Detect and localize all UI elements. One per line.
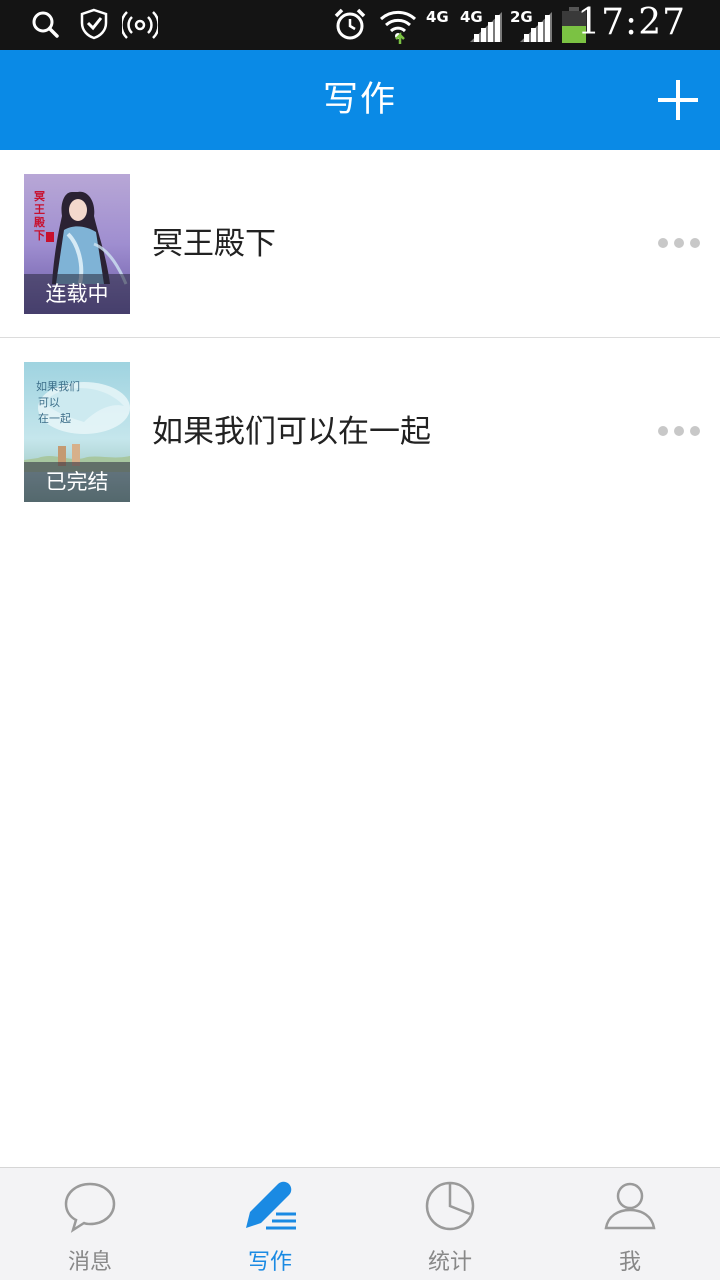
more-options-button[interactable] [658, 424, 700, 438]
tab-statistics[interactable]: 统计 [360, 1168, 540, 1280]
book-title: 冥王殿下 [152, 226, 276, 262]
cover-title-text: 可以 [38, 396, 60, 409]
dot [658, 426, 668, 436]
book-cover[interactable]: 如果我们 可以 在一起 已完结 [24, 362, 130, 502]
app-header: 写作 [0, 50, 720, 150]
add-button[interactable] [656, 78, 700, 122]
cover-title-text: 在一起 [38, 412, 71, 425]
book-item[interactable]: 如果我们 可以 在一起 已完结 如果我们可以在一起 [0, 338, 720, 526]
tab-label: 统计 [427, 1250, 472, 1275]
serial-status-badge: 连载中 [24, 274, 130, 314]
clock-time: 17:27 [577, 2, 686, 43]
dot [674, 426, 684, 436]
completed-status-badge: 已完结 [24, 462, 130, 502]
wifi-icon [379, 10, 417, 44]
page-title: 写作 [322, 80, 397, 120]
tab-me[interactable]: 我 [540, 1168, 720, 1280]
cover-title-text: 殿 [33, 216, 46, 229]
tab-messages[interactable]: 消息 [0, 1168, 180, 1280]
dot [690, 238, 700, 248]
book-list: 冥 王 殿 下 连载中 冥王殿下 如果我们 可以 在一起 已完结 如果我们可以在… [0, 150, 720, 526]
pencil-icon [246, 1181, 296, 1230]
dot [690, 426, 700, 436]
book-title: 如果我们可以在一起 [152, 414, 431, 450]
network-type-label: 4G [460, 8, 483, 26]
person-icon [604, 1182, 656, 1230]
cover-title-text: 下 [34, 229, 45, 242]
dot [658, 238, 668, 248]
tab-label: 写作 [247, 1250, 292, 1275]
signal-icon [520, 12, 552, 42]
book-item[interactable]: 冥 王 殿 下 连载中 冥王殿下 [0, 150, 720, 338]
more-options-button[interactable] [658, 236, 700, 250]
tab-label: 消息 [67, 1250, 112, 1275]
search-icon [32, 11, 59, 38]
status-bar: 4G 4G 2G 17:27 [0, 0, 720, 50]
tab-writing[interactable]: 写作 [180, 1168, 360, 1280]
shield-icon [80, 8, 108, 40]
alarm-clock-icon [334, 8, 366, 40]
cover-title-text: 冥 [34, 190, 45, 203]
cover-title-text: 王 [34, 203, 45, 216]
dot [674, 238, 684, 248]
wireless-hotspot-icon [122, 11, 158, 39]
chat-bubble-icon [64, 1182, 116, 1233]
cover-title-text: 如果我们 [36, 379, 80, 393]
book-cover[interactable]: 冥 王 殿 下 连载中 [24, 174, 130, 314]
pie-chart-icon [425, 1181, 475, 1231]
bottom-tab-bar: 消息 写作 统计 我 [0, 1167, 720, 1280]
tab-label: 我 [618, 1250, 641, 1275]
plus-icon [658, 80, 698, 120]
network-type-label: 4G [426, 8, 449, 26]
